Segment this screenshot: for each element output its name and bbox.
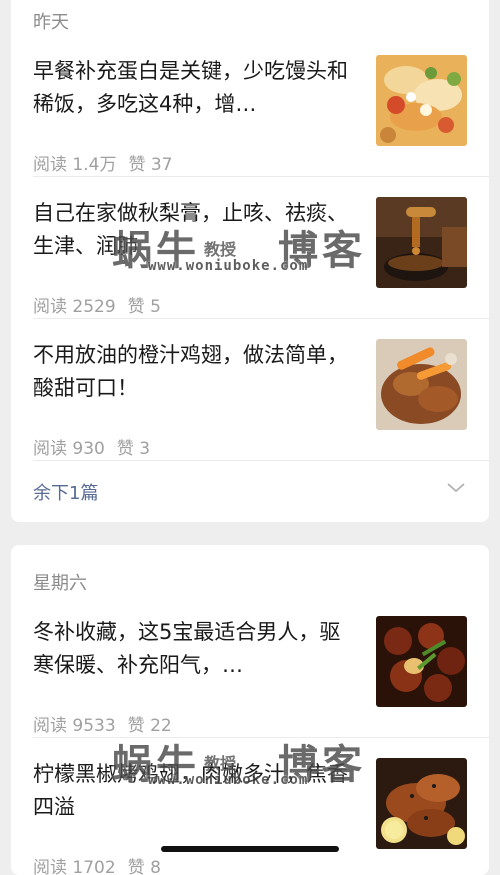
show-more-row[interactable]: 余下1篇 — [33, 471, 467, 511]
date-header: 昨天 — [33, 12, 69, 33]
braised-meat-image — [376, 616, 467, 707]
article-title[interactable]: 冬补收藏，这5宝最适合男人，驱寒保暖、补充阳气，… — [33, 616, 359, 682]
orange-chicken-image — [376, 339, 467, 430]
article-title[interactable]: 自己在家做秋梨膏，止咳、祛痰、生津、润肺 — [33, 197, 359, 263]
like-count: 赞 37 — [128, 155, 173, 175]
read-count: 阅读 1.4万 — [33, 155, 117, 175]
divider — [33, 176, 489, 177]
show-more-label[interactable]: 余下1篇 — [33, 479, 98, 505]
article-item[interactable]: 不用放油的橙汁鸡翅，做法简单，酸甜可口！ 阅读 930 赞 3 — [33, 339, 467, 459]
article-item[interactable]: 自己在家做秋梨膏，止咳、祛痰、生津、润肺 阅读 2529 赞 5 — [33, 197, 467, 317]
date-header: 星期六 — [33, 573, 87, 594]
article-title[interactable]: 柠檬黑椒烤鸡翅，肉嫩多汁，焦香四溢 — [33, 758, 359, 824]
read-count: 阅读 2529 — [33, 297, 116, 317]
article-item[interactable]: 柠檬黑椒烤鸡翅，肉嫩多汁，焦香四溢 阅读 1702 赞 8 — [33, 758, 467, 875]
read-count: 阅读 930 — [33, 439, 105, 459]
egg-salad-image — [376, 55, 467, 146]
honey-jar-image — [376, 197, 467, 288]
article-meta: 阅读 1.4万赞 37 — [33, 150, 173, 175]
article-thumbnail[interactable] — [376, 616, 467, 707]
article-group-card: 昨天 早餐补充蛋白是关键，少吃馒头和稀饭，多吃这4种，增… 阅读 1.4万赞 3… — [11, 0, 489, 522]
article-item[interactable]: 早餐补充蛋白是关键，少吃馒头和稀饭，多吃这4种，增… 阅读 1.4万赞 37 — [33, 55, 467, 175]
article-meta: 阅读 2529 赞 5 — [33, 292, 161, 317]
home-indicator — [161, 846, 339, 852]
read-count: 阅读 9533 — [33, 716, 116, 736]
article-thumbnail[interactable] — [376, 758, 467, 849]
divider — [33, 460, 489, 461]
article-title[interactable]: 早餐补充蛋白是关键，少吃馒头和稀饭，多吃这4种，增… — [33, 55, 359, 121]
read-count: 阅读 1702 — [33, 858, 116, 875]
article-thumbnail[interactable] — [376, 55, 467, 146]
divider — [33, 318, 489, 319]
article-group-card: 星期六 冬补收藏，这5宝最适合男人，驱寒保暖、补充阳气，… 阅读 9533 赞 2… — [11, 545, 489, 875]
article-meta: 阅读 9533 赞 22 — [33, 711, 172, 736]
like-count: 赞 8 — [127, 858, 161, 875]
chevron-down-icon[interactable] — [447, 483, 465, 493]
like-count: 赞 22 — [127, 716, 172, 736]
article-thumbnail[interactable] — [376, 197, 467, 288]
like-count: 赞 5 — [127, 297, 161, 317]
article-meta: 阅读 930 赞 3 — [33, 434, 150, 459]
article-thumbnail[interactable] — [376, 339, 467, 430]
article-item[interactable]: 冬补收藏，这5宝最适合男人，驱寒保暖、补充阳气，… 阅读 9533 赞 22 — [33, 616, 467, 736]
like-count: 赞 3 — [116, 439, 151, 459]
lemon-wings-image — [376, 758, 467, 849]
article-meta: 阅读 1702 赞 8 — [33, 853, 161, 875]
divider — [33, 737, 489, 738]
article-title[interactable]: 不用放油的橙汁鸡翅，做法简单，酸甜可口！ — [33, 339, 359, 405]
